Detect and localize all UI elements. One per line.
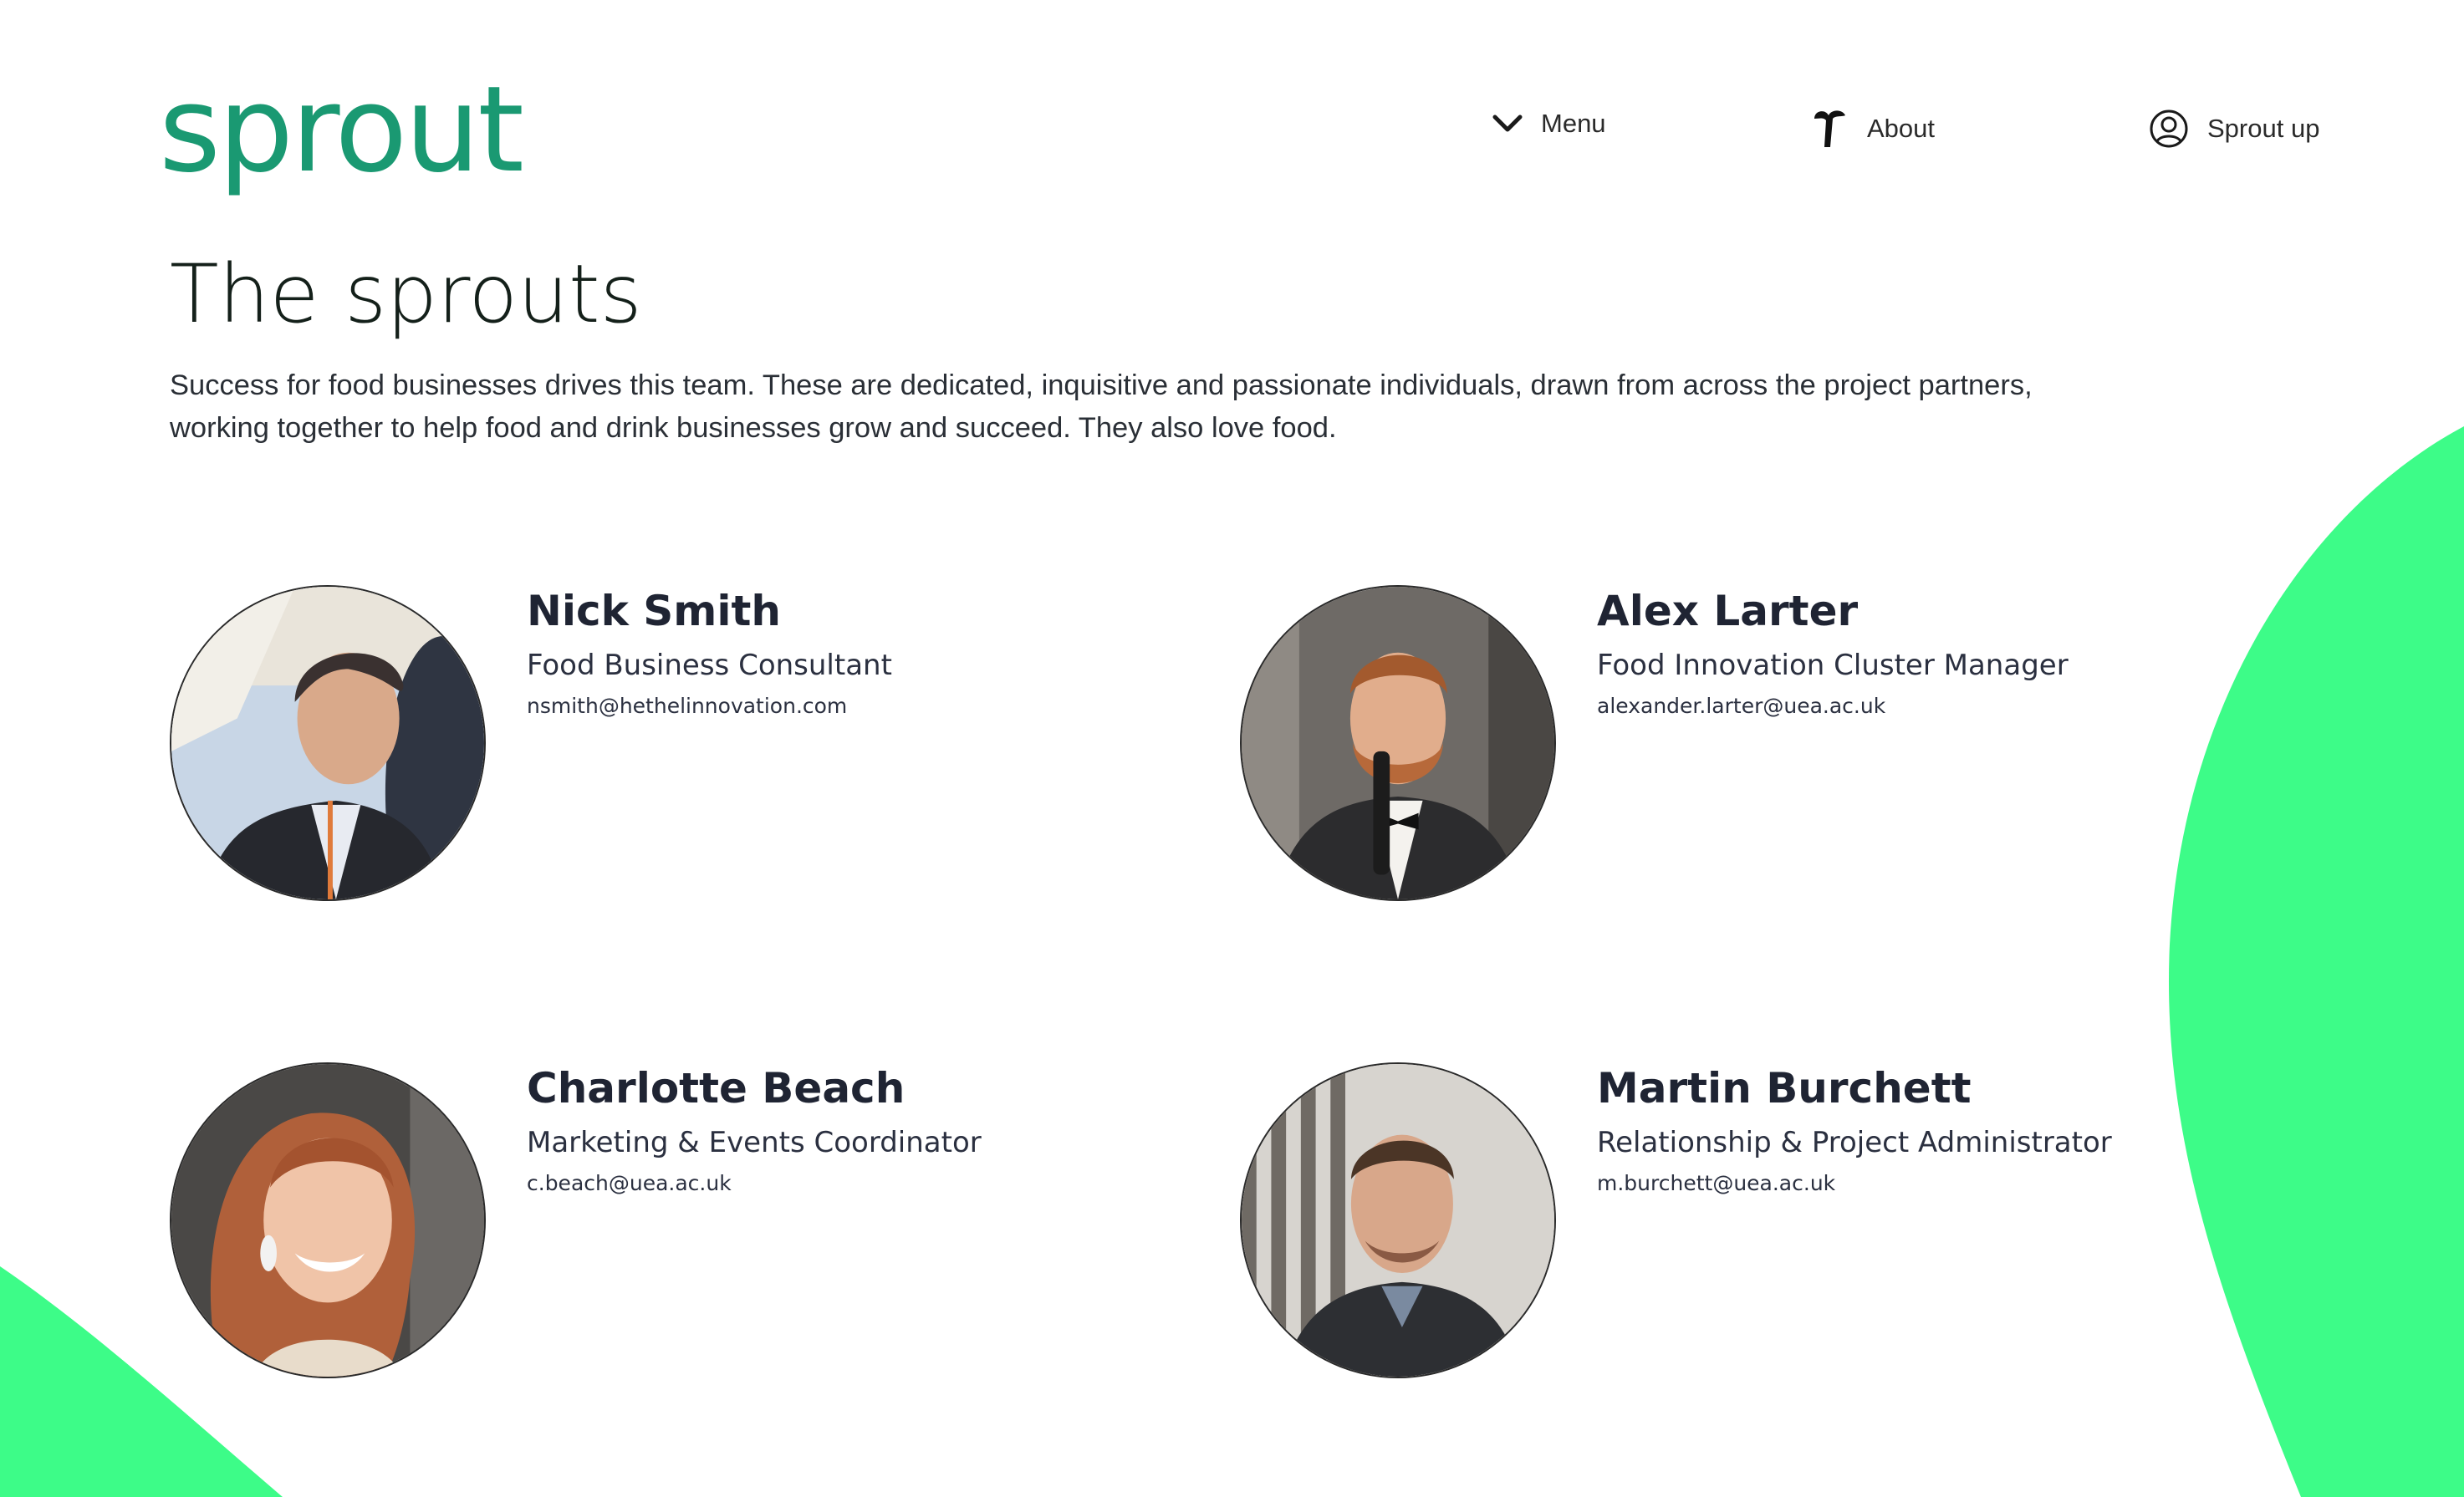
team-member-card: Alex Larter Food Innovation Cluster Mana… bbox=[1240, 585, 2285, 903]
member-email-link[interactable]: m.burchett@uea.ac.uk bbox=[1597, 1171, 2112, 1195]
page-title: The sprouts bbox=[170, 247, 642, 341]
member-email-link[interactable]: c.beach@uea.ac.uk bbox=[527, 1171, 982, 1195]
nav-sprout-up-link[interactable]: Sprout up bbox=[2149, 109, 2319, 149]
sprout-icon bbox=[1810, 107, 1849, 150]
team-member-card: Charlotte Beach Marketing & Events Coord… bbox=[170, 1062, 1215, 1380]
member-info: Charlotte Beach Marketing & Events Coord… bbox=[527, 1062, 982, 1195]
member-role: Marketing & Events Coordinator bbox=[527, 1126, 982, 1159]
member-name: Nick Smith bbox=[527, 587, 782, 635]
intro-section: The sprouts Success for food businesses … bbox=[170, 247, 2093, 450]
avatar bbox=[170, 585, 486, 901]
member-email-link[interactable]: nsmith@hethelinnovation.com bbox=[527, 694, 892, 718]
member-info: Nick Smith Food Business Consultant nsmi… bbox=[527, 585, 892, 718]
team-member-card: Nick Smith Food Business Consultant nsmi… bbox=[170, 585, 1215, 903]
member-role: Food Innovation Cluster Manager bbox=[1597, 649, 2069, 682]
nav-about-link[interactable]: About bbox=[1810, 107, 1935, 150]
site-header: sprout Menu About Sprout up bbox=[0, 0, 2464, 217]
avatar bbox=[170, 1062, 486, 1378]
page: sprout Menu About Sprout up The sprouts … bbox=[0, 0, 2464, 1497]
nav-menu-label: Menu bbox=[1541, 109, 1606, 138]
member-name: Martin Burchett bbox=[1597, 1064, 1972, 1113]
nav-menu-button[interactable]: Menu bbox=[1492, 109, 1606, 139]
member-email-link[interactable]: alexander.larter@uea.ac.uk bbox=[1597, 694, 2069, 718]
member-role: Relationship & Project Administrator bbox=[1597, 1126, 2112, 1159]
member-info: Martin Burchett Relationship & Project A… bbox=[1597, 1062, 2112, 1195]
member-info: Alex Larter Food Innovation Cluster Mana… bbox=[1597, 585, 2069, 718]
member-name: Charlotte Beach bbox=[527, 1064, 906, 1113]
member-role: Food Business Consultant bbox=[527, 649, 892, 682]
intro-paragraph: Success for food businesses drives this … bbox=[170, 369, 2033, 444]
avatar bbox=[1240, 1062, 1556, 1378]
sprout-logo[interactable]: sprout bbox=[159, 71, 524, 190]
team-member-card: Martin Burchett Relationship & Project A… bbox=[1240, 1062, 2285, 1380]
avatar bbox=[1240, 585, 1556, 901]
nav-sprout-up-label: Sprout up bbox=[2207, 114, 2320, 143]
chevron-down-icon bbox=[1492, 114, 1523, 134]
user-circle-icon bbox=[2149, 109, 2189, 149]
nav-about-label: About bbox=[1867, 114, 1936, 143]
member-name: Alex Larter bbox=[1597, 587, 1859, 635]
